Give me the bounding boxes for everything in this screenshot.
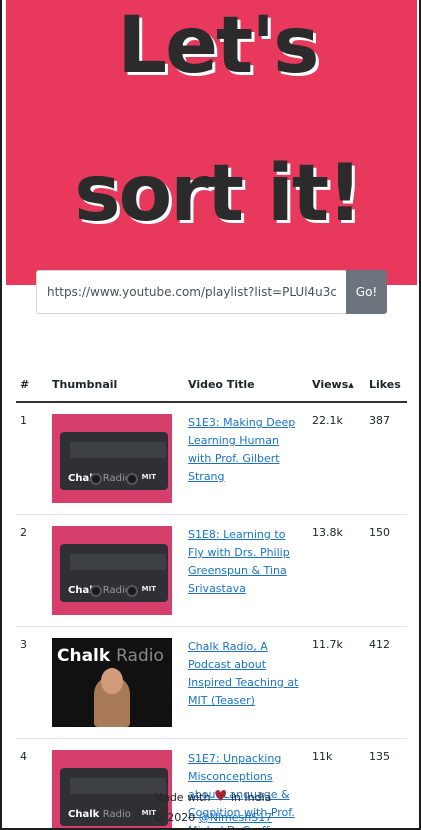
presenter-head: [101, 668, 123, 694]
cassette-graphic: Chalk Radio MIT: [60, 544, 168, 602]
thumbnail-text: Chalk Radio: [57, 646, 164, 666]
video-thumbnail[interactable]: Chalk Radio MIT: [52, 414, 172, 503]
views-cell: 13.8k: [308, 514, 365, 627]
copyright-line: © 2020 @NimeshS17: [2, 807, 419, 828]
cassette-label: [70, 554, 166, 570]
in-india-text: in India: [230, 791, 272, 804]
row-num: 3: [16, 626, 48, 739]
header-num[interactable]: #: [16, 368, 48, 403]
header-title[interactable]: Video Title: [184, 368, 308, 403]
likes-cell: 387: [365, 402, 407, 515]
reel-icon: [90, 473, 102, 485]
title-cell: Chalk Radio, A Podcast about Inspired Te…: [184, 626, 308, 739]
video-title-link[interactable]: Chalk Radio, A Podcast about Inspired Te…: [188, 640, 298, 707]
table-row: 1 Chalk Radio MIT S1E3: Making Deep Lear…: [16, 402, 407, 515]
videos-table: # Thumbnail Video Title Views▴ Likes 1 C…: [16, 368, 407, 828]
video-title-link[interactable]: S1E3: Making Deep Learning Human with Pr…: [188, 416, 295, 483]
views-cell: 22.1k: [308, 402, 365, 515]
heart-icon: ♥: [213, 787, 228, 805]
table-row: 2 Chalk Radio MIT S1E8: Learning to Fly …: [16, 514, 407, 627]
cassette-label: [70, 442, 166, 458]
cassette-graphic: Chalk Radio MIT: [60, 432, 168, 490]
page-title: Let's sort it!: [6, 6, 417, 234]
thumbnail-cell: Chalk Radio: [48, 626, 184, 739]
header-likes[interactable]: Likes: [365, 368, 407, 403]
author-handle-link[interactable]: @NimeshS17: [199, 811, 272, 824]
video-thumbnail[interactable]: Chalk Radio: [52, 638, 172, 727]
row-num: 1: [16, 402, 48, 515]
title-cell: S1E3: Making Deep Learning Human with Pr…: [184, 402, 308, 515]
playlist-search-form: Go!: [36, 270, 387, 314]
made-with-text: Made with: [153, 791, 211, 804]
header-views[interactable]: Views▴: [308, 368, 365, 403]
header-thumbnail: Thumbnail: [48, 368, 184, 403]
likes-cell: 412: [365, 626, 407, 739]
made-with-line: Made with ♥ in India: [2, 785, 419, 807]
go-button[interactable]: Go!: [346, 270, 387, 314]
mit-logo: MIT: [141, 473, 156, 481]
video-title-link[interactable]: S1E8: Learning to Fly with Drs. Philip G…: [188, 528, 290, 595]
table-row: 3 Chalk Radio Chalk Radio, A Podcast abo…: [16, 626, 407, 739]
title-line-1: Let's: [117, 1, 319, 91]
thumbnail-cell: Chalk Radio MIT: [48, 402, 184, 515]
reel-icon: [90, 585, 102, 597]
reel-icon: [126, 585, 138, 597]
reel-icon: [126, 473, 138, 485]
video-thumbnail[interactable]: Chalk Radio MIT: [52, 526, 172, 615]
likes-cell: 150: [365, 514, 407, 627]
hero-banner: Let's sort it!: [6, 0, 417, 285]
table-header-row: # Thumbnail Video Title Views▴ Likes: [16, 368, 407, 403]
videos-table-container: # Thumbnail Video Title Views▴ Likes 1 C…: [16, 368, 407, 828]
title-cell: S1E8: Learning to Fly with Drs. Philip G…: [184, 514, 308, 627]
page-footer: Made with ♥ in India © 2020 @NimeshS17: [2, 785, 419, 828]
thumbnail-cell: Chalk Radio MIT: [48, 514, 184, 627]
views-cell: 11.7k: [308, 626, 365, 739]
page-frame: Let's sort it! Go! # Thumbnail Video Tit…: [0, 0, 421, 830]
playlist-url-input[interactable]: [36, 270, 346, 314]
title-line-2: sort it!: [74, 149, 363, 239]
row-num: 2: [16, 514, 48, 627]
copyright-text: © 2020: [152, 811, 196, 824]
mit-logo: MIT: [141, 585, 156, 593]
